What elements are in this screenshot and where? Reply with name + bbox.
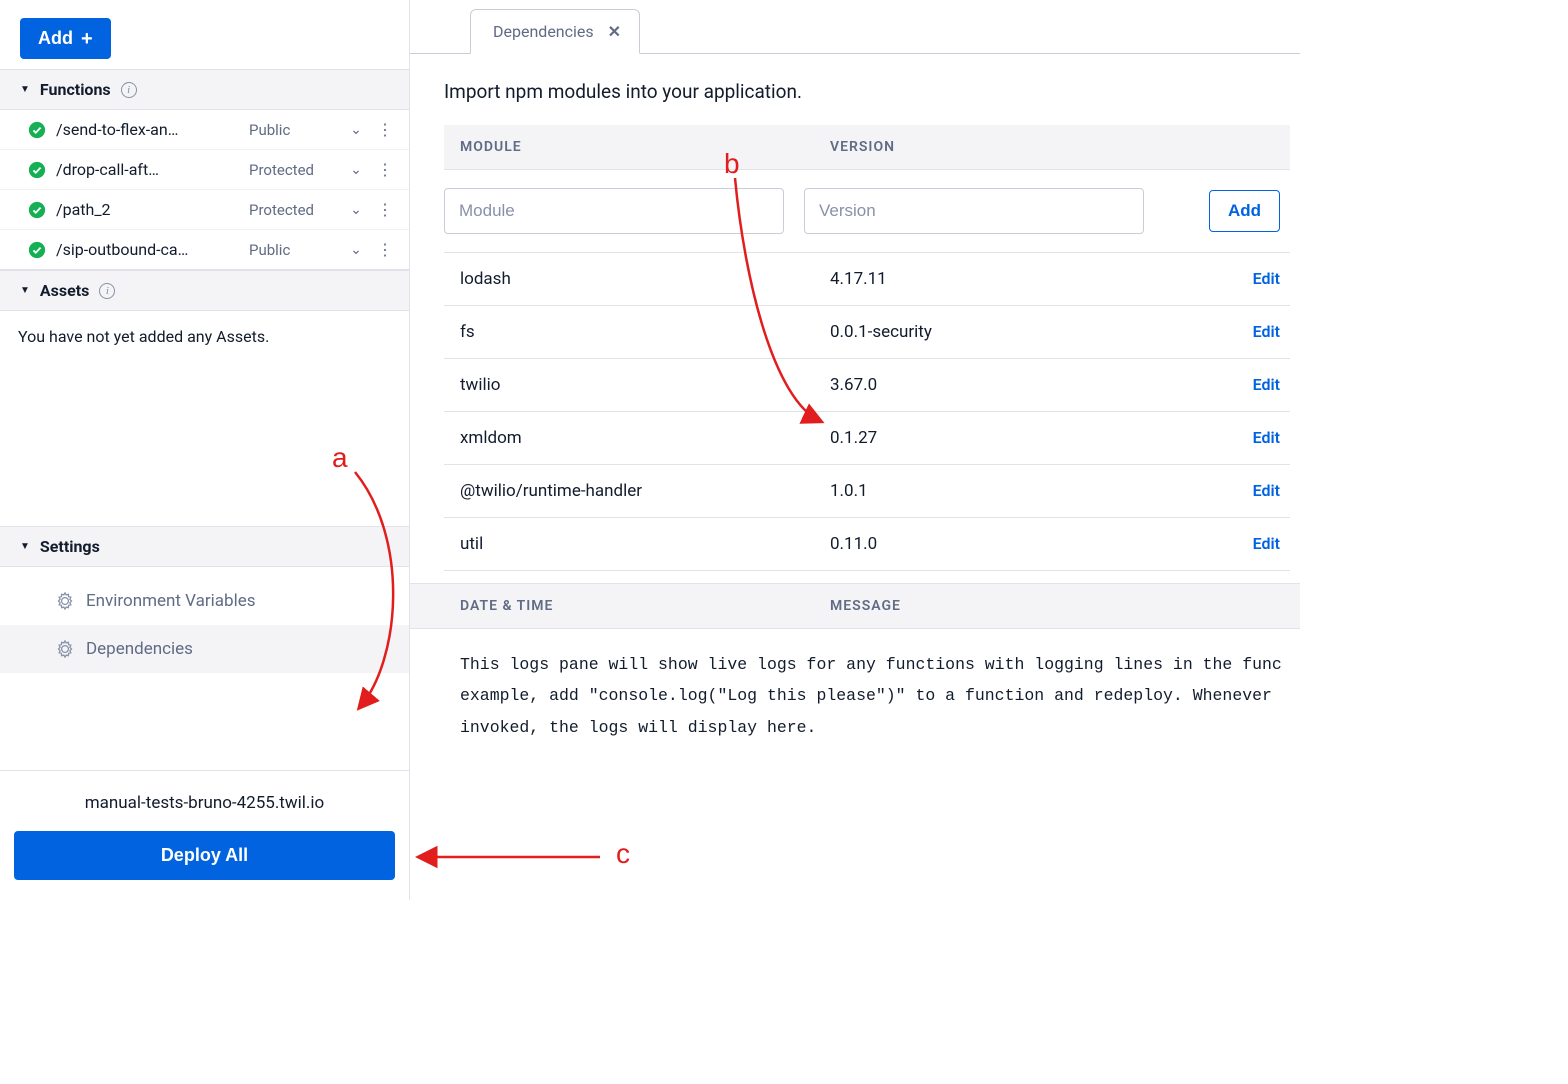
sidebar: Add + ▼ Functions i /send-to-flex-an… Pu… bbox=[0, 0, 410, 900]
chevron-down-icon[interactable]: ⌄ bbox=[345, 162, 367, 178]
chevron-down-icon[interactable]: ⌄ bbox=[345, 122, 367, 138]
main-panel: Dependencies ✕ Import npm modules into y… bbox=[410, 0, 1300, 900]
logs-header: DATE & TIME MESSAGE bbox=[410, 583, 1300, 629]
assets-header[interactable]: ▼ Assets i bbox=[0, 270, 409, 311]
logs-col-message: MESSAGE bbox=[830, 598, 901, 614]
env-vars-label: Environment Variables bbox=[86, 591, 256, 611]
close-icon[interactable]: ✕ bbox=[608, 22, 621, 41]
dep-module: @twilio/runtime-handler bbox=[460, 481, 830, 501]
function-access: Protected bbox=[249, 161, 335, 179]
function-name: /path_2 bbox=[56, 200, 239, 219]
kebab-menu-icon[interactable]: ⋮ bbox=[377, 160, 393, 179]
domain-text: manual-tests-bruno-4255.twil.io bbox=[14, 793, 395, 813]
gear-icon bbox=[56, 592, 74, 610]
edit-link[interactable]: Edit bbox=[1253, 269, 1280, 288]
sidebar-item-dependencies[interactable]: Dependencies bbox=[0, 625, 409, 673]
function-item[interactable]: /send-to-flex-an… Public ⌄ ⋮ bbox=[0, 110, 409, 150]
tab-dependencies[interactable]: Dependencies ✕ bbox=[470, 9, 640, 54]
function-access: Protected bbox=[249, 201, 335, 219]
settings-header-label: Settings bbox=[40, 537, 100, 556]
edit-link[interactable]: Edit bbox=[1253, 322, 1280, 341]
add-button-label: Add bbox=[38, 28, 73, 49]
assets-header-label: Assets bbox=[40, 281, 89, 300]
sidebar-item-env-vars[interactable]: Environment Variables bbox=[0, 577, 409, 625]
function-item[interactable]: /sip-outbound-ca… Public ⌄ ⋮ bbox=[0, 230, 409, 269]
dep-version: 0.1.27 bbox=[830, 428, 1200, 448]
settings-header[interactable]: ▼ Settings bbox=[0, 526, 409, 567]
function-item[interactable]: /path_2 Protected ⌄ ⋮ bbox=[0, 190, 409, 230]
functions-header-label: Functions bbox=[40, 80, 111, 99]
functions-header[interactable]: ▼ Functions i bbox=[0, 69, 409, 110]
deploy-all-button[interactable]: Deploy All bbox=[14, 831, 395, 880]
status-success-icon bbox=[28, 241, 46, 259]
function-item[interactable]: /drop-call-aft… Protected ⌄ ⋮ bbox=[0, 150, 409, 190]
tab-label: Dependencies bbox=[493, 22, 594, 41]
function-access: Public bbox=[249, 241, 335, 259]
function-name: /drop-call-aft… bbox=[56, 160, 239, 179]
kebab-menu-icon[interactable]: ⋮ bbox=[377, 240, 393, 259]
edit-link[interactable]: Edit bbox=[1253, 428, 1280, 447]
tab-bar: Dependencies ✕ bbox=[410, 0, 1300, 54]
add-button[interactable]: Add + bbox=[20, 18, 111, 59]
dependency-row: xmldom 0.1.27 Edit bbox=[444, 412, 1290, 465]
logs-col-datetime: DATE & TIME bbox=[460, 598, 830, 614]
functions-list: /send-to-flex-an… Public ⌄ ⋮ /drop-call-… bbox=[0, 110, 409, 270]
dep-module: util bbox=[460, 534, 830, 554]
edit-link[interactable]: Edit bbox=[1253, 534, 1280, 553]
assets-empty-text: You have not yet added any Assets. bbox=[0, 311, 409, 386]
status-success-icon bbox=[28, 201, 46, 219]
dep-version: 0.11.0 bbox=[830, 534, 1200, 554]
page-intro: Import npm modules into your application… bbox=[410, 54, 1300, 125]
edit-link[interactable]: Edit bbox=[1253, 375, 1280, 394]
logs-body: This logs pane will show live logs for a… bbox=[410, 629, 1300, 763]
dep-version: 1.0.1 bbox=[830, 481, 1200, 501]
module-input[interactable] bbox=[444, 188, 784, 234]
function-access: Public bbox=[249, 121, 335, 139]
kebab-menu-icon[interactable]: ⋮ bbox=[377, 120, 393, 139]
dependency-row: fs 0.0.1-security Edit bbox=[444, 306, 1290, 359]
dep-version: 4.17.11 bbox=[830, 269, 1200, 289]
dep-version: 3.67.0 bbox=[830, 375, 1200, 395]
dependency-row: @twilio/runtime-handler 1.0.1 Edit bbox=[444, 465, 1290, 518]
version-input[interactable] bbox=[804, 188, 1144, 234]
dependency-row: util 0.11.0 Edit bbox=[444, 518, 1290, 571]
dependencies-label: Dependencies bbox=[86, 639, 193, 659]
column-module: MODULE bbox=[460, 139, 830, 155]
edit-link[interactable]: Edit bbox=[1253, 481, 1280, 500]
column-version: VERSION bbox=[830, 139, 1200, 155]
info-icon[interactable]: i bbox=[121, 82, 137, 98]
dependency-row: twilio 3.67.0 Edit bbox=[444, 359, 1290, 412]
chevron-down-icon[interactable]: ⌄ bbox=[345, 242, 367, 258]
caret-down-icon: ▼ bbox=[20, 285, 30, 296]
status-success-icon bbox=[28, 121, 46, 139]
caret-down-icon: ▼ bbox=[20, 84, 30, 95]
dependencies-table-header: MODULE VERSION bbox=[444, 125, 1290, 169]
plus-icon: + bbox=[81, 29, 93, 49]
dep-module: fs bbox=[460, 322, 830, 342]
dep-module: twilio bbox=[460, 375, 830, 395]
gear-icon bbox=[56, 640, 74, 658]
function-name: /send-to-flex-an… bbox=[56, 120, 239, 139]
add-dependency-button[interactable]: Add bbox=[1209, 190, 1280, 232]
dep-module: xmldom bbox=[460, 428, 830, 448]
kebab-menu-icon[interactable]: ⋮ bbox=[377, 200, 393, 219]
dependency-row: lodash 4.17.11 Edit bbox=[444, 253, 1290, 306]
info-icon[interactable]: i bbox=[99, 283, 115, 299]
caret-down-icon: ▼ bbox=[20, 541, 30, 552]
dependencies-input-row: Add bbox=[444, 169, 1290, 253]
chevron-down-icon[interactable]: ⌄ bbox=[345, 202, 367, 218]
dep-version: 0.0.1-security bbox=[830, 322, 1200, 342]
function-name: /sip-outbound-ca… bbox=[56, 240, 239, 259]
status-success-icon bbox=[28, 161, 46, 179]
dep-module: lodash bbox=[460, 269, 830, 289]
